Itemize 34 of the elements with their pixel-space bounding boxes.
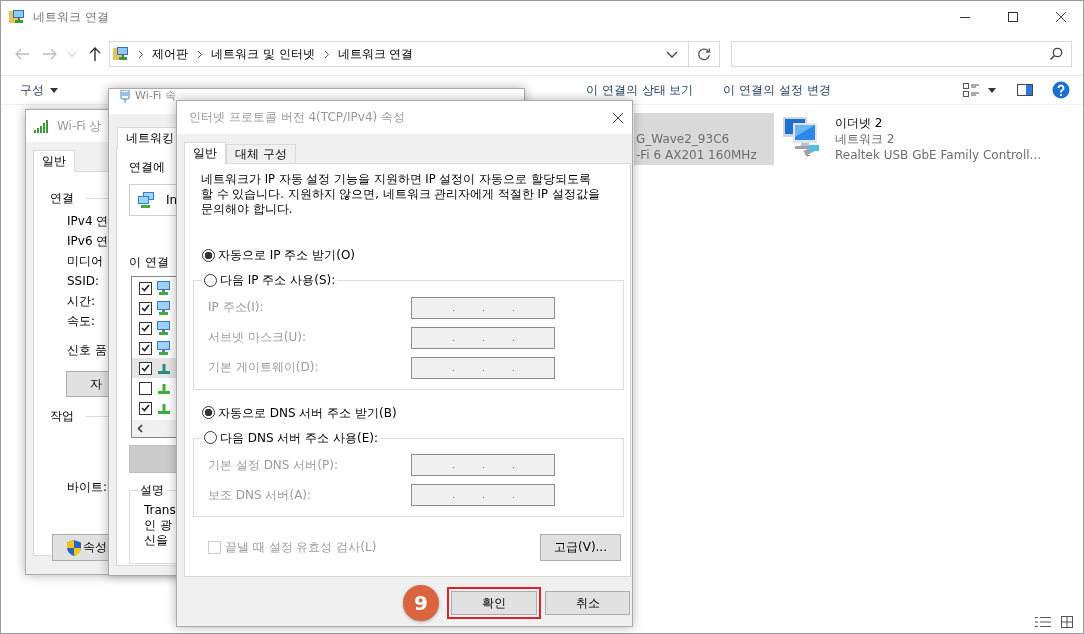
field-label: IPv6 연 <box>67 233 109 250</box>
description-text: 신을 <box>144 533 168 548</box>
connection-detail: Realtek USB GbE Family Controll... <box>835 147 1042 163</box>
dialog-title: Wi-Fi 속 <box>135 90 176 101</box>
field-label: 미디어 <box>67 253 103 270</box>
field-label: 서브넷 마스크(U): <box>208 329 307 346</box>
connection-detail: G_Wave2_93C6 <box>636 131 731 147</box>
field-label: 이 연결 <box>129 255 169 269</box>
field-label: IP 주소(I): <box>208 299 265 316</box>
description-text: 인 광 <box>144 518 172 533</box>
description-text: 네트워크가 IP 자동 설정 기능을 지원하면 IP 설정이 자동으로 할당되도록 할 수 있습니다. 지원하지 않으면, 네트워크 관리자에게 적절한 IP 설정값을 문의해야 합니다. <box>201 172 601 217</box>
field-label: 연결에 <box>129 160 165 174</box>
field-label: 신호 품 <box>67 342 107 359</box>
field-label: 보조 DNS 서버(A): <box>208 486 313 504</box>
dialog-title: 인터넷 프로토콜 버전 4(TCP/IPv4) 속성 <box>189 109 406 126</box>
checkbox: 끝낼 때 설정 유효성 검사(L) <box>208 539 377 556</box>
field-label: SSID: <box>67 273 100 290</box>
field-label: 시간: <box>67 293 96 310</box>
section-heading: 연결 <box>50 190 74 207</box>
field-label: 기본 설정 DNS 서버(P): <box>208 456 339 474</box>
field-label: 바이트: <box>67 479 108 496</box>
window-title: 네트워크 연결 <box>33 8 109 26</box>
section-heading: 작업 <box>50 408 74 425</box>
field-label: IPv4 연 <box>67 213 109 230</box>
connection-name: 이더넷 2 <box>835 115 884 131</box>
description-text: Trans <box>144 503 176 518</box>
dialog-title: Wi-Fi 상 <box>57 117 102 135</box>
step-badge: 9 <box>403 585 439 621</box>
connection-detail: -Fi 6 AX201 160MHz <box>636 147 757 163</box>
field-label: 속도: <box>67 313 96 330</box>
group-label: 설명 <box>139 482 165 499</box>
adapter-name: In <box>166 193 178 207</box>
field-label: 기본 게이트웨이(D): <box>208 359 320 376</box>
connection-detail: 네트워크 2 <box>835 131 896 147</box>
